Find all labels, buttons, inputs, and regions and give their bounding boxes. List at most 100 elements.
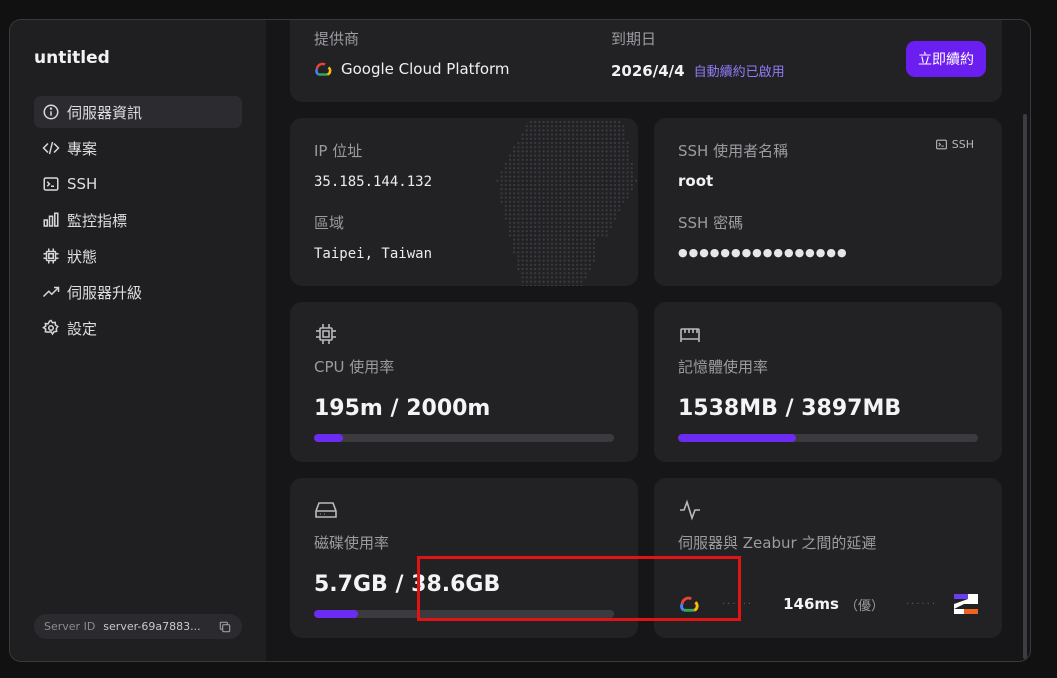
map-dot [571, 162, 575, 166]
map-dot [500, 183, 503, 187]
map-dot [559, 188, 562, 191]
ssh-password-value[interactable]: ●●●●●●●●●●●●●●●● [678, 246, 848, 259]
map-dot [588, 204, 591, 208]
map-dot [521, 259, 524, 262]
map-dot [588, 141, 591, 145]
map-dot [534, 171, 537, 174]
copy-icon[interactable] [218, 620, 232, 634]
sidebar-item-server-info[interactable]: 伺服器資訊 [34, 96, 242, 128]
map-dot [576, 251, 579, 254]
map-dot [613, 209, 617, 212]
map-dot [584, 179, 587, 182]
map-dot [513, 213, 516, 216]
map-dot [504, 171, 507, 174]
map-dot [571, 146, 575, 149]
map-dot [513, 234, 516, 237]
map-dot [555, 267, 558, 271]
map-dot [622, 125, 625, 128]
map-dot [555, 154, 558, 157]
map-dot [601, 188, 604, 191]
map-dot [538, 221, 541, 224]
map-dot [521, 213, 524, 216]
map-dot [592, 137, 596, 140]
map-dot [542, 263, 545, 266]
map-dot [597, 188, 600, 191]
map-dot [529, 209, 533, 212]
map-dot [538, 255, 541, 258]
map-dot [571, 188, 575, 191]
map-dot [559, 146, 562, 149]
map-dot [588, 209, 591, 212]
map-dot [538, 188, 541, 191]
map-dot [546, 267, 549, 271]
provider-card: 提供商 Google Cloud Platform 到期日 2026/4/4 自… [290, 20, 1002, 102]
map-dot [601, 162, 604, 166]
map-dot [592, 146, 596, 149]
map-dot [559, 133, 562, 136]
map-dot [555, 175, 558, 178]
map-dot [529, 230, 533, 233]
cpu-card: CPU 使用率 195m / 2000m [290, 302, 638, 462]
map-dot [513, 192, 516, 195]
map-dot [538, 209, 541, 212]
map-dot [567, 188, 570, 191]
map-dot [525, 179, 528, 182]
map-dot [588, 200, 591, 203]
map-dot [571, 263, 575, 266]
map-dot [538, 238, 541, 241]
sidebar-item-label: 伺服器升級 [67, 283, 143, 302]
map-dot [517, 154, 520, 157]
map-dot [613, 204, 617, 208]
sidebar-item-settings[interactable]: 設定 [34, 312, 242, 344]
map-dot [571, 284, 575, 286]
map-dot [521, 179, 524, 182]
map-dot [500, 192, 503, 195]
map-dot [609, 225, 612, 229]
map-dot [609, 183, 612, 187]
map-dot [588, 217, 591, 220]
ssh-badge[interactable]: SSH [935, 138, 974, 151]
map-dot [534, 255, 537, 258]
map-dot [584, 251, 587, 254]
map-dot [563, 251, 566, 254]
map-dot [534, 188, 537, 191]
map-dot [546, 125, 549, 128]
renew-button[interactable]: 立即續約 [906, 41, 986, 77]
sidebar-item-ssh[interactable]: SSH [34, 168, 242, 200]
map-dot [605, 146, 608, 149]
map-dot [605, 133, 608, 136]
map-dot [559, 225, 562, 229]
map-dot [576, 267, 579, 271]
sidebar: untitled 伺服器資訊 專案 SSH 監控指標 狀態 伺服器升級 設定 S… [10, 20, 266, 661]
map-dot [550, 267, 554, 271]
map-dot [618, 137, 621, 140]
map-dot [613, 192, 617, 195]
sidebar-item-projects[interactable]: 專案 [34, 132, 242, 164]
map-dot [517, 230, 520, 233]
map-dot [584, 255, 587, 258]
map-dot [576, 234, 579, 237]
map-dot [542, 120, 545, 124]
expiry-date: 2026/4/4 [611, 61, 685, 80]
sidebar-item-metrics[interactable]: 監控指標 [34, 204, 242, 236]
map-dot [550, 225, 554, 229]
map-dot [534, 251, 537, 254]
map-dot [546, 120, 549, 124]
map-dot [597, 196, 600, 199]
map-dot [576, 141, 579, 145]
map-dot [592, 234, 596, 237]
sidebar-item-upgrade[interactable]: 伺服器升級 [34, 276, 242, 308]
map-dot [538, 158, 541, 161]
map-dot [504, 167, 507, 170]
map-dot [613, 183, 617, 187]
map-dot [567, 276, 570, 279]
map-dot [597, 204, 600, 208]
map-dot [634, 179, 638, 182]
sidebar-item-status[interactable]: 狀態 [34, 240, 242, 272]
memory-usage-bar [678, 434, 978, 442]
map-dot [563, 221, 566, 224]
map-dot [605, 213, 608, 216]
sidebar-item-label: 伺服器資訊 [67, 103, 143, 122]
scrollbar[interactable] [1023, 114, 1027, 659]
ip-card: IP 位址 35.185.144.132 區域 Taipei, Taiwan [290, 118, 638, 286]
